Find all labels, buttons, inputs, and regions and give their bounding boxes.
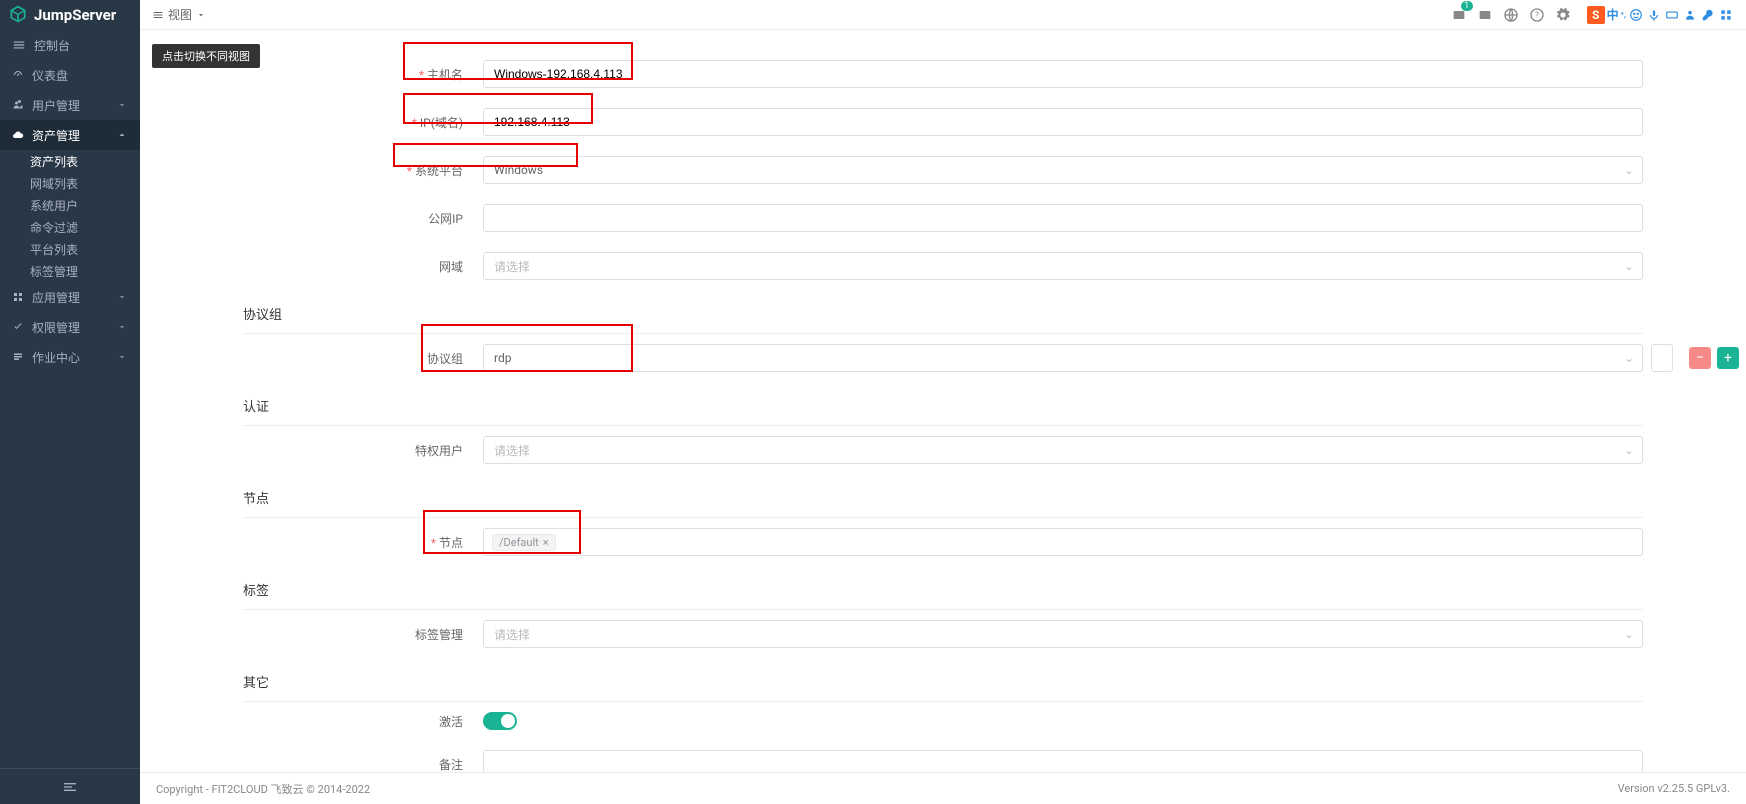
row-tags: 标签管理 请选择 ⌄ — [243, 610, 1643, 658]
sidebar-child-cmd-filter[interactable]: 命令过滤 — [0, 216, 140, 238]
platform-select[interactable]: Windows ⌄ — [483, 156, 1643, 184]
help-icon: ? — [1529, 7, 1545, 23]
sidebar-item-users[interactable]: 用户管理 — [0, 90, 140, 120]
sidebar-item-apps[interactable]: 应用管理 — [0, 282, 140, 312]
sidebar: JumpServer 控制台 仪表盘 用户管理 资产管理 资产列表 网域列表 — [0, 0, 140, 804]
notification-badge: 1 — [1461, 1, 1473, 11]
footer: Copyright - FIT2CLOUD 飞致云 © 2014-2022 Ve… — [140, 772, 1746, 804]
section-protocol: 协议组 — [243, 290, 1643, 334]
settings-icon-button[interactable] — [1553, 5, 1573, 25]
row-remark: 备注 — [243, 740, 1643, 772]
chevron-down-icon: ⌄ — [1624, 163, 1634, 177]
chevron-down-icon — [116, 321, 128, 333]
cloud-icon — [12, 129, 24, 141]
footer-copyright: Copyright - FIT2CLOUD 飞致云 © 2014-2022 — [156, 781, 370, 797]
gear-icon — [1555, 7, 1571, 23]
sidebar-item-jobs[interactable]: 作业中心 — [0, 342, 140, 372]
bars-icon — [152, 9, 164, 21]
node-tags-input[interactable]: /Default × — [483, 528, 1643, 556]
globe-icon — [1503, 7, 1519, 23]
ime-mic-icon[interactable] — [1646, 7, 1662, 23]
ime-user-icon[interactable] — [1682, 7, 1698, 23]
domain-select[interactable]: 请选择 ⌄ — [483, 252, 1643, 280]
ip-input[interactable] — [483, 108, 1643, 136]
chevron-down-icon: ⌄ — [1624, 627, 1634, 641]
highlight-icon-button[interactable] — [1475, 5, 1495, 25]
sidebar-item-perms[interactable]: 权限管理 — [0, 312, 140, 342]
footer-version: Version v2.25.5 GPLv3. — [1618, 782, 1730, 795]
ime-dot: •, — [1621, 9, 1626, 20]
logo[interactable]: JumpServer — [0, 0, 140, 30]
tags-select[interactable]: 请选择 ⌄ — [483, 620, 1643, 648]
bars-icon — [12, 38, 26, 52]
view-switch-tooltip: 点击切换不同视图 — [152, 44, 260, 68]
ime-face-icon[interactable] — [1628, 7, 1644, 23]
section-auth: 认证 — [243, 382, 1643, 426]
highlight-icon — [1477, 7, 1493, 23]
chevron-down-icon — [196, 10, 206, 20]
gauge-icon — [12, 69, 24, 81]
tasks-icon — [12, 351, 24, 363]
logo-icon — [8, 4, 28, 27]
mail-icon-button[interactable]: 1 — [1449, 5, 1469, 25]
row-public-ip: 公网IP — [243, 194, 1643, 242]
chevron-down-icon: ⌄ — [1624, 443, 1634, 457]
ime-tool-icon[interactable] — [1700, 7, 1716, 23]
ime-toolbar: S 中 •, — [1587, 6, 1734, 24]
sidebar-child-system-user[interactable]: 系统用户 — [0, 194, 140, 216]
sidebar-collapse-button[interactable] — [0, 768, 140, 804]
globe-icon-button[interactable] — [1501, 5, 1521, 25]
section-tag: 标签 — [243, 566, 1643, 610]
ime-keyboard-icon[interactable] — [1664, 7, 1680, 23]
sidebar-child-tag-mgmt[interactable]: 标签管理 — [0, 260, 140, 282]
ime-s-button[interactable]: S — [1587, 6, 1605, 24]
hostname-input[interactable] — [483, 60, 1643, 88]
sidebar-child-platform-list[interactable]: 平台列表 — [0, 238, 140, 260]
sidebar-console[interactable]: 控制台 — [0, 30, 140, 60]
check-icon — [12, 321, 24, 333]
help-icon-button[interactable]: ? — [1527, 5, 1547, 25]
view-switch-dropdown[interactable]: 视图 — [152, 6, 206, 23]
row-priv-user: 特权用户 请选择 ⌄ — [243, 426, 1643, 474]
row-node: *节点 /Default × — [243, 518, 1643, 566]
brand-text: JumpServer — [34, 6, 116, 24]
remark-textarea[interactable] — [483, 750, 1643, 772]
chevron-down-icon — [116, 351, 128, 363]
remove-tag-button[interactable]: × — [543, 536, 549, 549]
sidebar-item-dashboard[interactable]: 仪表盘 — [0, 60, 140, 90]
top-bar: 视图 1 ? — [140, 0, 1746, 30]
content-scroll[interactable]: *主机名 *IP(域名) *系统平台 Windows ⌄ — [140, 30, 1746, 772]
sidebar-child-domain-list[interactable]: 网域列表 — [0, 172, 140, 194]
row-hostname: *主机名 — [243, 50, 1643, 98]
section-other: 其它 — [243, 658, 1643, 702]
chevron-down-icon — [116, 99, 128, 111]
row-domain: 网域 请选择 ⌄ — [243, 242, 1643, 290]
row-protocol: 协议组 rdp ⌄ − + — [243, 334, 1643, 382]
protocol-add-button[interactable]: + — [1717, 347, 1739, 369]
active-toggle[interactable] — [483, 712, 517, 730]
protocol-select[interactable]: rdp ⌄ — [483, 344, 1643, 372]
protocol-port-input[interactable] — [1651, 344, 1673, 372]
row-active: 激活 — [243, 702, 1643, 740]
chevron-down-icon: ⌄ — [1624, 351, 1634, 365]
users-icon — [12, 99, 24, 111]
section-node: 节点 — [243, 474, 1643, 518]
node-tag: /Default × — [492, 534, 556, 551]
sidebar-item-assets[interactable]: 资产管理 — [0, 120, 140, 150]
chevron-down-icon: ⌄ — [1624, 259, 1634, 273]
sidebar-nav: 仪表盘 用户管理 资产管理 资产列表 网域列表 系统用户 命令过滤 平台列表 标… — [0, 60, 140, 768]
collapse-icon — [62, 779, 78, 795]
sidebar-child-asset-list[interactable]: 资产列表 — [0, 150, 140, 172]
ime-grid-icon[interactable] — [1718, 7, 1734, 23]
row-platform: *系统平台 Windows ⌄ — [243, 146, 1643, 194]
svg-text:?: ? — [1535, 10, 1539, 19]
chevron-up-icon — [116, 129, 128, 141]
chevron-down-icon — [116, 291, 128, 303]
row-ip: *IP(域名) — [243, 98, 1643, 146]
ime-cn-button[interactable]: 中 — [1607, 6, 1619, 23]
priv-user-select[interactable]: 请选择 ⌄ — [483, 436, 1643, 464]
apps-icon — [12, 291, 24, 303]
public-ip-input[interactable] — [483, 204, 1643, 232]
protocol-remove-button[interactable]: − — [1689, 347, 1711, 369]
